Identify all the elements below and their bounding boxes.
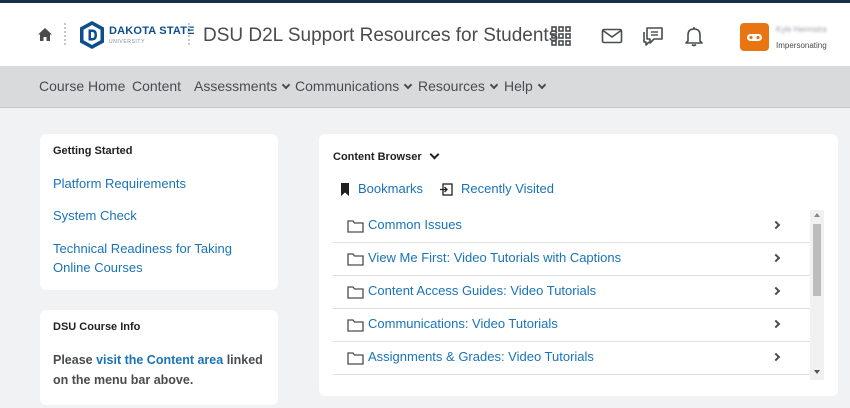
scroll-up-arrow-icon[interactable]: [814, 213, 820, 217]
chevron-right-icon: [771, 319, 781, 329]
chat-bubbles-icon[interactable]: [642, 25, 664, 47]
avatar[interactable]: [740, 23, 769, 51]
bookmarks-link[interactable]: Bookmarks: [358, 181, 423, 196]
list-item[interactable]: Communications: Video Tutorials: [333, 309, 811, 342]
content-tree: Common Issues View Me First: Video Tutor…: [333, 210, 811, 380]
nav-assessments-label: Assessments: [194, 78, 278, 94]
technical-readiness-link[interactable]: Technical Readiness for Taking Online Co…: [53, 239, 243, 277]
folder-icon: [347, 286, 364, 299]
course-navbar: Course Home Content Assessments Communic…: [0, 66, 850, 108]
list-item-label: Assignments & Grades: Video Tutorials: [368, 349, 594, 364]
user-name[interactable]: Kyle Hermstra: [776, 25, 827, 34]
chevron-right-icon: [771, 286, 781, 296]
dsu-shield-icon: [80, 21, 104, 49]
logo-subtext: UNIVERSITY: [109, 39, 146, 45]
getting-started-widget: Getting Started Platform Requirements Sy…: [40, 134, 278, 290]
course-title[interactable]: DSU D2L Support Resources for Students: [203, 25, 558, 47]
chevron-right-icon: [771, 253, 781, 263]
recently-visited-link[interactable]: Recently Visited: [461, 181, 554, 196]
scrollbar-thumb[interactable]: [813, 224, 821, 296]
recently-visited-icon: [440, 183, 453, 196]
logo-text: DAKOTA STATE: [109, 25, 195, 37]
scroll-down-arrow-icon[interactable]: [814, 370, 820, 374]
nav-resources[interactable]: Resources: [418, 78, 499, 94]
chevron-down-icon[interactable]: [429, 149, 440, 160]
nav-resources-label: Resources: [418, 78, 485, 94]
list-item-label: Common Issues: [368, 217, 462, 232]
list-item-label: Communications: Video Tutorials: [368, 316, 558, 331]
nav-course-home[interactable]: Course Home: [39, 78, 125, 94]
system-check-link[interactable]: System Check: [53, 208, 137, 223]
folder-icon: [347, 319, 364, 332]
visit-content-link[interactable]: visit the Content area: [96, 353, 223, 367]
list-item[interactable]: Assignments & Grades: Video Tutorials: [333, 342, 811, 375]
top-bar: DAKOTA STATE UNIVERSITY DSU D2L Support …: [0, 0, 850, 66]
chevron-right-icon: [771, 220, 781, 230]
list-item[interactable]: Content Access Guides: Video Tutorials: [333, 276, 811, 309]
chevron-right-icon: [771, 352, 781, 362]
waffle-grid-icon[interactable]: [550, 25, 572, 47]
impersonating-label: Impersonating: [776, 41, 827, 50]
chevron-down-icon: [282, 80, 291, 90]
nav-communications-label: Communications: [295, 78, 400, 94]
nav-help-label: Help: [504, 78, 533, 94]
header-divider-2: [188, 23, 190, 45]
folder-icon: [347, 253, 364, 266]
bookmark-icon: [341, 183, 349, 196]
home-icon[interactable]: [37, 27, 53, 43]
nav-help[interactable]: Help: [504, 78, 547, 94]
list-item-label: View Me First: Video Tutorials with Capt…: [368, 250, 622, 265]
chevron-down-icon: [404, 80, 413, 90]
dsu-logo[interactable]: DAKOTA STATE UNIVERSITY: [79, 20, 195, 52]
chevron-down-icon: [537, 80, 547, 90]
header-divider: [64, 23, 66, 45]
course-info-heading: DSU Course Info: [53, 321, 141, 333]
course-info-text: Please visit the Content area linked on …: [53, 350, 273, 390]
content-browser-heading: Content Browser: [333, 151, 422, 163]
list-item[interactable]: Common Issues: [333, 210, 811, 243]
list-item-label: Content Access Guides: Video Tutorials: [368, 283, 597, 298]
content-browser-widget: Content Browser Bookmarks Recently Visit…: [319, 134, 838, 396]
impersonate-mask-icon: [747, 34, 762, 41]
nav-communications[interactable]: Communications: [295, 78, 413, 94]
folder-icon: [347, 220, 364, 233]
course-info-widget: DSU Course Info Please visit the Content…: [40, 310, 278, 405]
getting-started-heading: Getting Started: [53, 145, 133, 157]
nav-content-label: Content: [132, 78, 182, 94]
chevron-down-icon: [489, 80, 499, 90]
course-info-text-before: Please: [53, 353, 97, 367]
nav-course-home-label: Course Home: [39, 78, 126, 94]
bell-icon[interactable]: [683, 25, 705, 47]
envelope-icon[interactable]: [601, 25, 623, 47]
folder-icon: [347, 352, 364, 365]
nav-content[interactable]: Content: [132, 78, 181, 94]
platform-requirements-link[interactable]: Platform Requirements: [53, 176, 186, 191]
list-item[interactable]: View Me First: Video Tutorials with Capt…: [333, 243, 811, 276]
content-tree-scrollbar[interactable]: [810, 210, 824, 380]
nav-assessments[interactable]: Assessments: [194, 78, 291, 94]
